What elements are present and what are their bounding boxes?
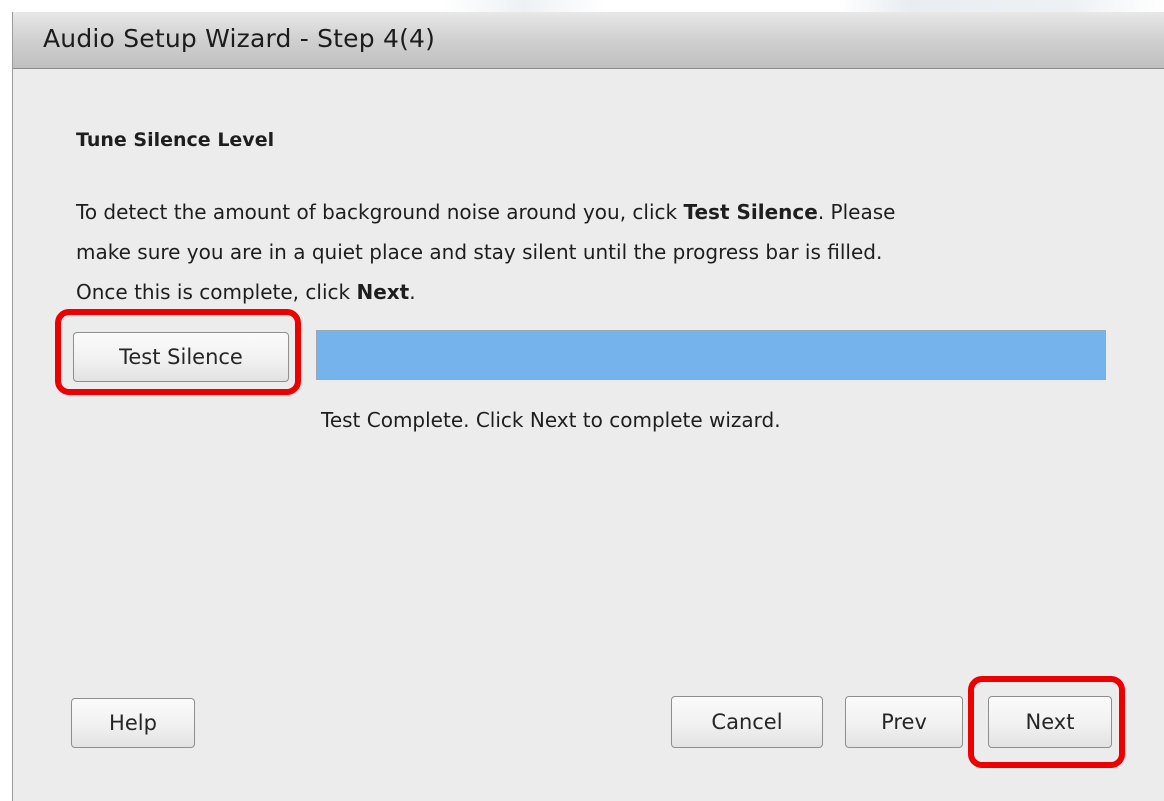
silence-progress-bar [316, 330, 1106, 380]
help-button[interactable]: Help [71, 698, 195, 748]
prev-button[interactable]: Prev [845, 696, 963, 748]
background-strip [0, 0, 1164, 12]
silence-progress-fill [317, 331, 1105, 379]
instructions-line-3-prefix: Once this is complete, click [76, 280, 357, 304]
instructions-line-1-suffix: . Please [817, 200, 896, 224]
test-status-text: Test Complete. Click Next to complete wi… [321, 408, 781, 432]
section-heading: Tune Silence Level [76, 129, 275, 151]
instructions-test-silence-bold: Test Silence [683, 200, 818, 224]
instructions-text: To detect the amount of background noise… [76, 192, 1116, 312]
instructions-line-1-prefix: To detect the amount of background noise… [76, 200, 684, 224]
instructions-line-3: Once this is complete, click Next. [76, 272, 1116, 312]
instructions-line-3-suffix: . [409, 280, 416, 304]
instructions-line-2: make sure you are in a quiet place and s… [76, 240, 883, 264]
window-title: Audio Setup Wizard - Step 4(4) [43, 24, 436, 53]
test-silence-button[interactable]: Test Silence [73, 332, 289, 382]
next-button[interactable]: Next [988, 696, 1112, 748]
instructions-next-bold: Next [356, 280, 410, 304]
cancel-button[interactable]: Cancel [671, 696, 823, 748]
audio-setup-wizard-dialog: Audio Setup Wizard - Step 4(4) Tune Sile… [12, 12, 1164, 801]
instructions-line-1: To detect the amount of background noise… [76, 192, 1116, 232]
title-bar[interactable]: Audio Setup Wizard - Step 4(4) [13, 12, 1164, 69]
